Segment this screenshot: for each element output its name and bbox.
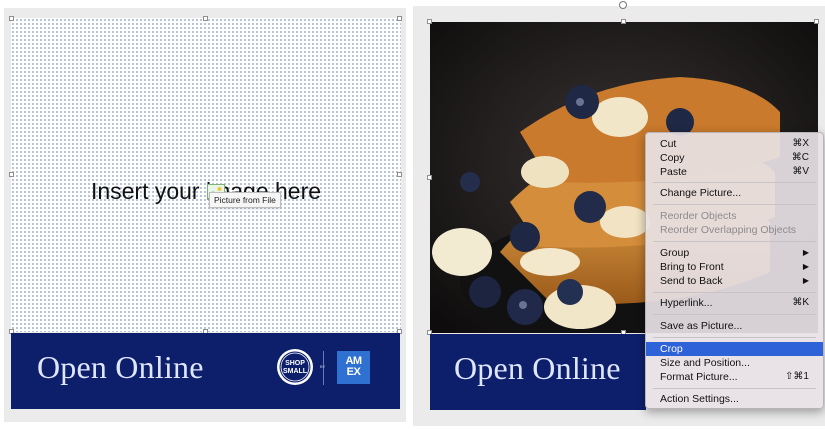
resize-handle[interactable] (427, 175, 432, 180)
resize-handle[interactable] (427, 19, 432, 24)
menu-separator (653, 337, 816, 338)
resize-handle[interactable] (9, 16, 14, 21)
menu-item-save-as-picture[interactable]: Save as Picture... (646, 319, 823, 333)
menu-item-group[interactable]: Group ▶ (646, 246, 823, 260)
tooltip-picture-from-file: Picture from File (209, 192, 281, 208)
submenu-arrow-icon: ▶ (802, 248, 809, 257)
menu-item-hyperlink[interactable]: Hyperlink... ⌘K (646, 296, 823, 310)
shop-small-line1: SHOP (285, 360, 305, 367)
menu-separator (653, 314, 816, 315)
menu-separator (653, 388, 816, 389)
menu-item-change-picture[interactable]: Change Picture... (646, 186, 823, 200)
left-banner: Open Online SHOP SMALL BY AM EX (11, 333, 400, 409)
menu-item-reorder-overlapping-objects: Reorder Overlapping Objects (660, 224, 796, 236)
submenu-arrow-icon: ▶ (802, 262, 809, 271)
menu-item-bring-to-front[interactable]: Bring to Front ▶ (646, 260, 823, 274)
menu-separator (653, 204, 816, 205)
menu-item-copy[interactable]: Copy ⌘C (646, 151, 823, 165)
shop-small-line2: SMALL (283, 368, 308, 375)
placeholder-text: Insert your image here (90, 178, 322, 204)
resize-handle[interactable] (397, 16, 402, 21)
banner-title: Open Online (37, 349, 204, 385)
menu-item-action-settings[interactable]: Action Settings... (646, 392, 823, 406)
context-menu: Cut ⌘X Copy ⌘C Paste ⌘V Change Picture... R… (645, 132, 824, 409)
rotate-handle[interactable] (619, 1, 627, 9)
by-label: BY (320, 364, 326, 369)
amex-logo-icon: AM EX (337, 351, 370, 384)
menu-separator (653, 241, 816, 242)
right-banner: Open Online (430, 334, 646, 410)
resize-handle[interactable] (203, 16, 208, 21)
resize-handle[interactable] (397, 172, 402, 177)
resize-handle[interactable] (621, 19, 626, 24)
menu-item-format-picture[interactable]: Format Picture... ⇧⌘1 (646, 370, 823, 384)
menu-item-send-to-back[interactable]: Send to Back ▶ (646, 274, 823, 288)
menu-separator (653, 182, 816, 183)
resize-handle[interactable] (9, 172, 14, 177)
amex-line2: EX (346, 366, 361, 378)
menu-separator (653, 292, 816, 293)
menu-item-cut[interactable]: Cut ⌘X (646, 137, 823, 151)
menu-item-paste[interactable]: Paste ⌘V (646, 165, 823, 179)
shop-small-badge-icon: SHOP SMALL (277, 349, 313, 385)
menu-item-crop[interactable]: Crop (646, 342, 823, 356)
image-placeholder[interactable]: Insert your image here Picture from File (11, 18, 401, 332)
banner-title: Open Online (454, 350, 621, 386)
menu-item-size-and-position[interactable]: Size and Position... (646, 356, 823, 370)
resize-handle[interactable] (814, 19, 819, 24)
menu-item-reorder-objects: Reorder Objects (660, 210, 737, 222)
submenu-arrow-icon: ▶ (802, 276, 809, 285)
